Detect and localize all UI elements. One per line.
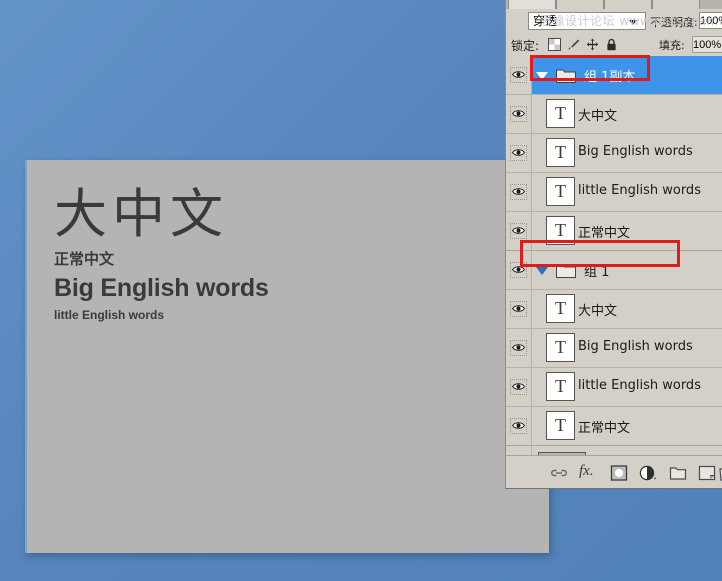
layer-list[interactable]: 组 1副本 T 大中文 T Big English words T little… bbox=[506, 56, 722, 455]
folder-icon bbox=[556, 69, 576, 83]
text-layer-thumbnail[interactable]: T bbox=[546, 294, 575, 323]
eye-toggle[interactable] bbox=[510, 418, 527, 434]
layer-name[interactable]: 大中文 bbox=[578, 105, 617, 124]
eye-toggle[interactable] bbox=[510, 262, 527, 278]
layer-row-image-layer-2[interactable]: 图层 2 bbox=[506, 446, 722, 455]
eye-icon bbox=[512, 71, 525, 78]
layer-name[interactable]: little English words bbox=[578, 183, 701, 198]
layer-name[interactable]: 正常中文 bbox=[578, 222, 630, 241]
eye-toggle[interactable] bbox=[510, 106, 527, 122]
layer-name[interactable]: 正常中文 bbox=[578, 417, 630, 436]
tab-channels[interactable]: 通道 bbox=[556, 0, 604, 9]
layers-panel[interactable]: 图层 通道 路径 历史 穿透 不透明度: 100% 锁定: bbox=[505, 0, 722, 489]
eye-toggle[interactable] bbox=[510, 67, 527, 83]
layer-row-text-5[interactable]: T 大中文 bbox=[506, 290, 722, 329]
layer-style-fx-icon[interactable]: fx. bbox=[579, 463, 599, 479]
layer-name[interactable]: 组 1副本 bbox=[584, 66, 635, 85]
layer-name[interactable]: 组 1 bbox=[584, 261, 609, 280]
layer-row-text-4[interactable]: T 正常中文 bbox=[506, 212, 722, 251]
layer-row-text-7[interactable]: T little English words bbox=[506, 368, 722, 407]
visibility-cell[interactable] bbox=[506, 368, 532, 406]
paint-lock-icon[interactable] bbox=[567, 38, 580, 51]
layer-name[interactable]: little English words bbox=[578, 378, 701, 393]
visibility-cell[interactable] bbox=[506, 251, 532, 289]
visibility-cell[interactable] bbox=[506, 173, 532, 211]
visibility-cell[interactable] bbox=[506, 95, 532, 133]
eye-icon bbox=[512, 344, 525, 351]
folder-icon bbox=[556, 264, 576, 278]
fill-label: 填充: bbox=[659, 39, 685, 52]
eye-icon bbox=[512, 383, 525, 390]
adjustment-layer-icon[interactable] bbox=[639, 465, 657, 481]
layer-row-group-1[interactable]: 组 1 bbox=[506, 251, 722, 290]
eye-icon bbox=[512, 110, 525, 117]
eye-icon bbox=[512, 305, 525, 312]
eye-toggle[interactable] bbox=[510, 379, 527, 395]
text-layer-thumbnail[interactable]: T bbox=[546, 138, 575, 167]
visibility-cell[interactable] bbox=[506, 446, 532, 455]
eye-icon bbox=[512, 188, 525, 195]
eye-toggle[interactable] bbox=[510, 340, 527, 356]
canvas-artwork: 大中文 正常中文 Big English words little Englis… bbox=[54, 184, 474, 324]
canvas-text-big-chinese: 大中文 bbox=[54, 184, 228, 245]
layer-row-group-1-copy[interactable]: 组 1副本 bbox=[506, 56, 722, 95]
eye-toggle[interactable] bbox=[510, 184, 527, 200]
new-layer-icon[interactable] bbox=[698, 465, 716, 481]
eye-icon bbox=[512, 149, 525, 156]
group-disclosure-triangle-icon[interactable] bbox=[536, 72, 548, 80]
visibility-cell[interactable] bbox=[506, 56, 532, 94]
transparency-lock-icon[interactable] bbox=[548, 38, 561, 51]
layer-name[interactable]: Big English words bbox=[578, 144, 693, 159]
tab-paths[interactable]: 路径 bbox=[604, 0, 652, 9]
desktop-background: 大中文 正常中文 Big English words little Englis… bbox=[0, 0, 722, 581]
tab-layers[interactable]: 图层 bbox=[508, 0, 556, 9]
layer-name[interactable]: Big English words bbox=[578, 339, 693, 354]
layers-panel-toolbar[interactable]: fx. bbox=[506, 455, 722, 488]
eye-icon bbox=[512, 227, 525, 234]
lock-label: 锁定: bbox=[511, 39, 540, 53]
layer-row-text-6[interactable]: T Big English words bbox=[506, 329, 722, 368]
layer-row-text-1[interactable]: T 大中文 bbox=[506, 95, 722, 134]
lock-row: 锁定: 填充: 100% bbox=[506, 33, 722, 57]
visibility-cell[interactable] bbox=[506, 407, 532, 445]
group-disclosure-triangle-icon[interactable] bbox=[536, 267, 548, 275]
new-group-icon[interactable] bbox=[669, 465, 687, 481]
link-layers-icon[interactable] bbox=[550, 465, 568, 481]
text-layer-thumbnail[interactable]: T bbox=[546, 333, 575, 362]
eye-toggle[interactable] bbox=[510, 223, 527, 239]
all-lock-icon[interactable] bbox=[605, 38, 618, 51]
layer-row-text-3[interactable]: T little English words bbox=[506, 173, 722, 212]
visibility-cell[interactable] bbox=[506, 290, 532, 328]
delete-layer-icon[interactable] bbox=[716, 465, 722, 481]
layer-row-text-8[interactable]: T 正常中文 bbox=[506, 407, 722, 446]
tab-history[interactable]: 历史 bbox=[652, 0, 700, 9]
move-lock-icon[interactable] bbox=[586, 38, 599, 51]
forum-watermark: 思缘设计论坛 www.missyuan.com bbox=[540, 14, 722, 28]
canvas-text-normal-chinese: 正常中文 bbox=[54, 250, 115, 268]
canvas-text-little-english: little English words bbox=[54, 308, 165, 322]
document-window[interactable]: 大中文 正常中文 Big English words little Englis… bbox=[25, 160, 549, 553]
fill-input[interactable]: 100% bbox=[692, 36, 722, 53]
panel-tab-strip[interactable]: 图层 通道 路径 历史 bbox=[506, 0, 722, 9]
layer-row-text-2[interactable]: T Big English words bbox=[506, 134, 722, 173]
eye-icon bbox=[512, 266, 525, 273]
text-layer-thumbnail[interactable]: T bbox=[546, 177, 575, 206]
text-layer-thumbnail[interactable]: T bbox=[546, 99, 575, 128]
layer-name[interactable]: 大中文 bbox=[578, 300, 617, 319]
visibility-cell[interactable] bbox=[506, 134, 532, 172]
eye-icon bbox=[512, 422, 525, 429]
visibility-cell[interactable] bbox=[506, 329, 532, 367]
text-layer-thumbnail[interactable]: T bbox=[546, 411, 575, 440]
eye-toggle[interactable] bbox=[510, 301, 527, 317]
visibility-cell[interactable] bbox=[506, 212, 532, 250]
canvas-text-big-english: Big English words bbox=[54, 274, 269, 302]
text-layer-thumbnail[interactable]: T bbox=[546, 372, 575, 401]
eye-toggle[interactable] bbox=[510, 145, 527, 161]
text-layer-thumbnail[interactable]: T bbox=[546, 216, 575, 245]
layer-mask-icon[interactable] bbox=[610, 465, 628, 481]
